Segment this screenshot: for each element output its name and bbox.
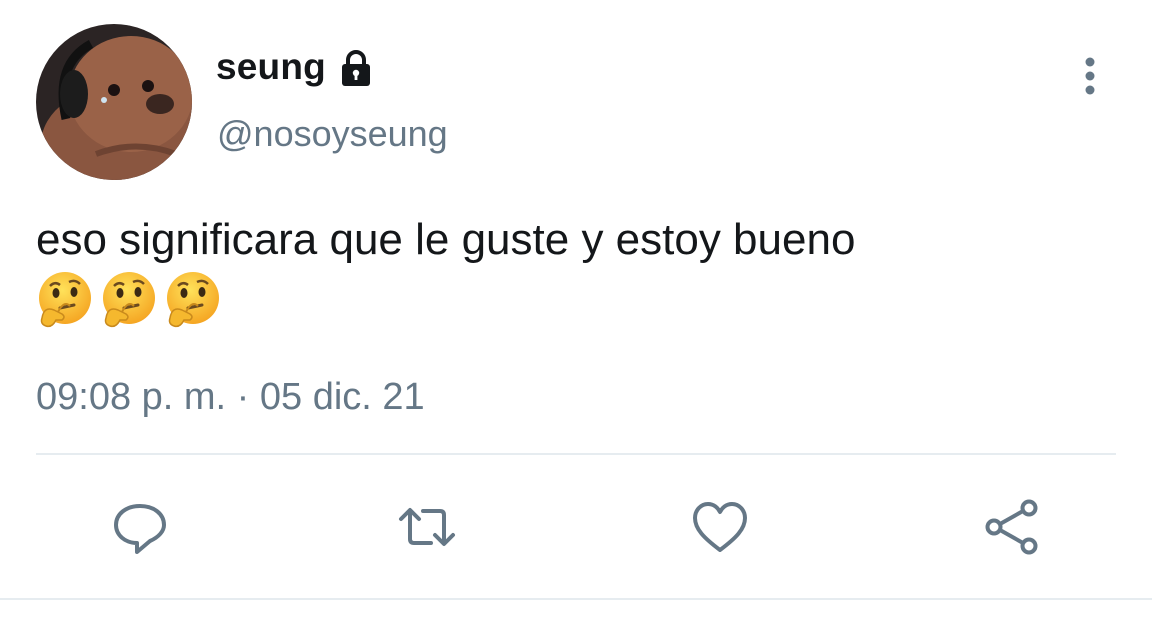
display-name[interactable]: seung (216, 44, 376, 90)
display-name-text: seung (216, 46, 326, 87)
tweet-text: eso significara que le guste y estoy bue… (36, 215, 856, 264)
reply-button[interactable] (110, 497, 170, 557)
emoji-row (36, 270, 222, 334)
bear-avatar-image (36, 24, 192, 180)
divider (36, 453, 1116, 455)
thinking-face-icon (103, 272, 155, 328)
avatar[interactable] (36, 24, 192, 180)
user-handle[interactable]: @nosoyseung (217, 112, 448, 156)
share-icon (985, 499, 1038, 555)
tweet-timestamp: 09:08 p. m. · 05 dic. 21 (36, 376, 425, 418)
more-options-button[interactable] (1072, 52, 1108, 100)
retweet-button[interactable] (397, 497, 457, 557)
thinking-face-icon (167, 272, 219, 328)
lock-icon (336, 48, 376, 88)
retweet-icon (399, 508, 455, 546)
bottom-divider (0, 598, 1152, 600)
thinking-face-icon (39, 272, 91, 328)
share-button[interactable] (982, 497, 1042, 557)
reply-icon (114, 504, 166, 554)
heart-icon (693, 502, 747, 552)
more-vertical-icon (1085, 57, 1095, 95)
like-button[interactable] (690, 497, 750, 557)
